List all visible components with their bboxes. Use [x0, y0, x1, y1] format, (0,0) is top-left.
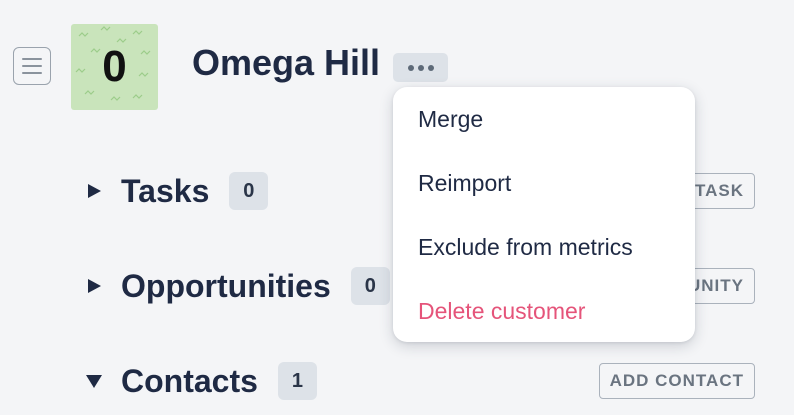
menu-item-exclude-from-metrics[interactable]: Exclude from metrics	[418, 233, 633, 261]
ellipsis-icon-dot	[407, 64, 414, 71]
hamburger-icon-line	[22, 58, 42, 60]
menu-item-delete-customer[interactable]: Delete customer	[418, 297, 585, 325]
options-dropdown-menu: Merge Reimport Exclude from metrics Dele…	[393, 87, 695, 342]
caret-right-icon[interactable]	[85, 277, 103, 295]
section-contacts[interactable]: Contacts 1	[85, 361, 317, 401]
menu-toggle-button[interactable]	[13, 47, 51, 85]
avatar: 0	[71, 24, 158, 110]
count-badge: 0	[229, 172, 269, 210]
section-label: Opportunities	[121, 267, 331, 304]
section-opportunities[interactable]: Opportunities 0	[85, 266, 390, 306]
ellipsis-icon-dot	[417, 64, 424, 71]
add-contact-button[interactable]: ADD CONTACT	[598, 363, 755, 399]
section-label: Contacts	[121, 362, 258, 399]
more-options-button[interactable]	[393, 53, 448, 82]
section-label: Tasks	[121, 172, 210, 209]
caret-right-icon[interactable]	[85, 182, 103, 200]
ellipsis-icon-dot	[427, 64, 434, 71]
hamburger-icon-line	[22, 65, 42, 67]
menu-item-merge[interactable]: Merge	[418, 105, 483, 133]
count-badge: 0	[350, 267, 390, 305]
caret-down-icon[interactable]	[85, 372, 103, 390]
avatar-initial: 0	[102, 42, 127, 91]
menu-item-reimport[interactable]: Reimport	[418, 169, 511, 197]
count-badge: 1	[277, 362, 317, 400]
section-tasks[interactable]: Tasks 0	[85, 171, 269, 211]
page-title: Omega Hill	[192, 42, 381, 83]
hamburger-icon-line	[22, 72, 42, 74]
